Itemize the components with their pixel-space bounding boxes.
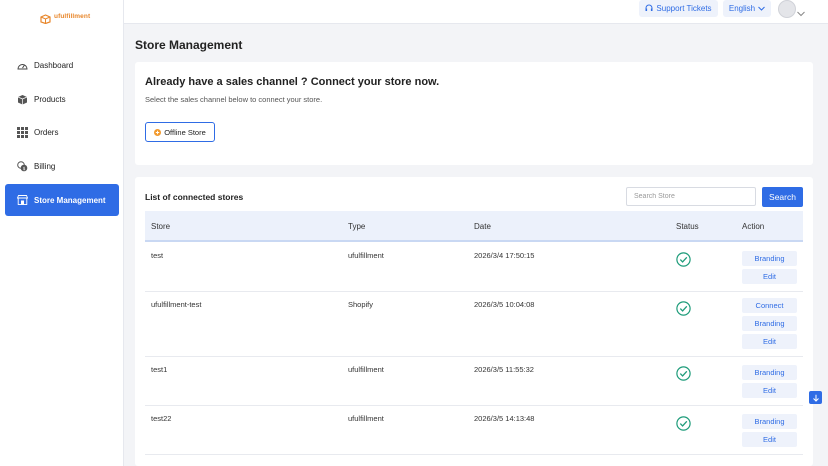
check-circle-icon [676,301,691,316]
edit-button[interactable]: Edit [742,432,797,447]
store-type: Shopify [348,300,374,309]
edit-button[interactable]: Edit [742,269,797,284]
store-type: ufulfillment [348,365,384,374]
branding-button[interactable]: Branding [742,251,797,266]
column-header-date: Date [474,222,491,231]
user-avatar[interactable] [778,0,796,18]
store-icon [17,195,28,206]
language-select[interactable]: English [723,0,771,17]
store-date: 2026/3/5 10:04:08 [474,300,535,309]
brand-logo[interactable]: ufulfillment [40,11,91,25]
column-header-type: Type [348,222,366,231]
connected-stores-card: List of connected stores Search Store Ty… [135,177,813,466]
grid-icon [17,126,28,138]
arrow-down-icon [812,389,820,407]
language-label: English [728,4,756,13]
edit-button[interactable]: Edit [742,383,797,398]
column-header-status: Status [676,222,699,231]
store-type: ufulfillment [348,414,384,423]
connect-button[interactable]: Connect [742,298,797,313]
sidebar-item-products[interactable]: Products [5,84,119,114]
search-store-input[interactable] [626,187,756,206]
sidebar-item-store-management[interactable]: Store Management [5,184,119,216]
check-circle-icon [676,366,691,381]
check-circle-icon [676,252,691,267]
svg-text:$: $ [23,166,26,172]
coins-icon: $ [17,160,28,172]
sidebar-item-label: Store Management [34,195,106,205]
sidebar-item-orders[interactable]: Orders [5,117,119,147]
sidebar-item-dashboard[interactable]: Dashboard [5,50,119,80]
sidebar-item-billing[interactable]: $ Billing [5,151,119,181]
headset-icon [645,4,653,14]
store-name: test1 [151,365,168,374]
search-button[interactable]: Search [762,187,803,207]
chevron-down-icon [758,4,765,13]
connect-store-card: Already have a sales channel ? Connect y… [135,62,813,165]
sidebar-item-label: Dashboard [34,60,74,70]
store-name: ufulfillment-test [151,300,202,309]
sidebar-item-label: Orders [34,127,59,137]
column-header-store: Store [151,222,171,231]
offline-store-button[interactable]: Offline Store [145,122,215,142]
connect-heading: Already have a sales channel ? Connect y… [145,76,440,88]
sidebar-item-label: Products [34,94,66,104]
speedometer-icon [17,60,28,71]
table-row: test ufulfillment 2026/3/4 17:50:15 Bran… [145,242,803,292]
support-tickets-button[interactable]: Support Tickets [639,0,718,17]
box-icon [17,94,28,105]
column-header-action: Action [742,222,765,231]
table-header: Store Type Date Status Action [145,211,803,242]
stores-list-title: List of connected stores [145,192,244,202]
sidebar-item-label: Billing [34,161,56,171]
table-row: test1 ufulfillment 2026/3/5 11:55:32 Bra… [145,357,803,406]
table-row: ufulfillment-test Shopify 2026/3/5 10:04… [145,292,803,357]
support-tickets-label: Support Tickets [656,4,712,13]
store-name: test22 [151,414,172,423]
brand-name: ufulfillment [54,12,91,20]
table-row: test22 ufulfillment 2026/3/5 14:13:48 Br… [145,406,803,455]
branding-button[interactable]: Branding [742,365,797,380]
branding-button[interactable]: Branding [742,414,797,429]
offline-store-label: Offline Store [164,127,206,137]
sidebar: ufulfillment Dashboard Products Orders $… [0,0,124,466]
offline-store-icon [154,128,162,136]
page-title: Store Management [135,38,243,52]
check-circle-icon [676,416,691,431]
store-date: 2026/3/4 17:50:15 [474,251,535,260]
scroll-down-button[interactable] [809,391,822,404]
store-type: ufulfillment [348,251,384,260]
connect-subtext: Select the sales channel below to connec… [145,95,323,104]
chevron-down-icon[interactable] [797,4,805,17]
logo-icon [40,11,51,25]
branding-button[interactable]: Branding [742,316,797,331]
store-name: test [151,251,164,260]
store-date: 2026/3/5 11:55:32 [474,365,534,374]
edit-button[interactable]: Edit [742,334,797,349]
store-date: 2026/3/5 14:13:48 [474,414,535,423]
